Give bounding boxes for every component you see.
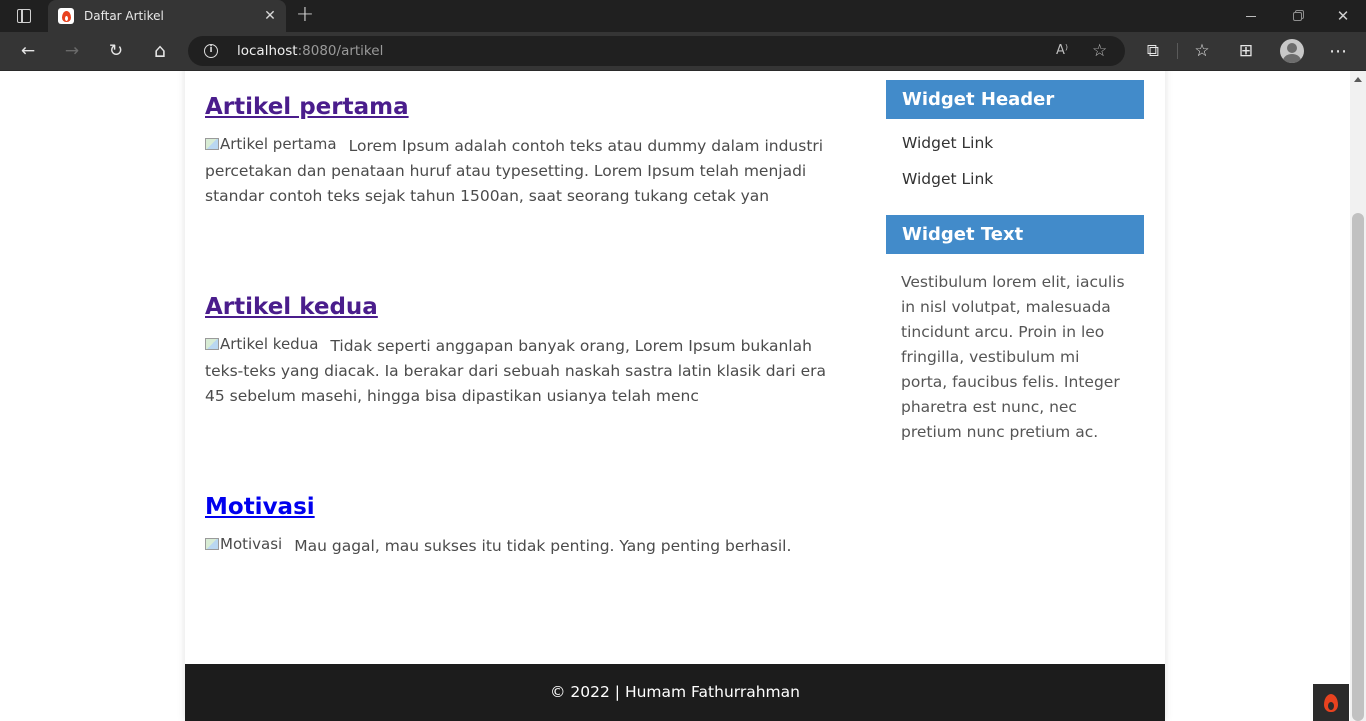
article-card: Motivasi Motivasi Mau gagal, mau sukses i… bbox=[205, 492, 845, 559]
minimize-button[interactable] bbox=[1228, 0, 1274, 32]
tab-close-icon[interactable]: ✕ bbox=[262, 8, 278, 24]
tab-title: Daftar Artikel bbox=[84, 9, 164, 23]
address-bar[interactable]: i localhost:8080/artikel A⁾ ☆ bbox=[188, 36, 1125, 66]
page-footer: © 2022 | Humam Fathurrahman bbox=[185, 664, 1165, 721]
browser-toolbar: ← → ↻ ⌂ i localhost:8080/artikel A⁾ ☆ ⧉ … bbox=[0, 32, 1366, 71]
widget-header-title: Widget Header bbox=[886, 80, 1144, 119]
article-title-link[interactable]: Artikel pertama bbox=[205, 94, 409, 120]
tab-daftar-artikel[interactable]: Daftar Artikel ✕ bbox=[48, 0, 286, 32]
profile-avatar[interactable] bbox=[1280, 39, 1304, 63]
article-card: Artikel pertama Artikel pertama Lorem Ips… bbox=[205, 92, 845, 209]
article-image: Motivasi bbox=[205, 534, 282, 554]
back-button[interactable]: ← bbox=[12, 36, 44, 66]
favorites-button[interactable]: ☆ bbox=[1186, 36, 1218, 66]
article-title: Motivasi bbox=[205, 492, 845, 522]
broken-image-icon bbox=[205, 338, 219, 350]
article-title: Artikel kedua bbox=[205, 292, 845, 322]
tab-actions-button[interactable] bbox=[0, 0, 48, 32]
toolbar-divider bbox=[1177, 43, 1178, 59]
article-title: Artikel pertama bbox=[205, 92, 845, 122]
restore-icon bbox=[1292, 11, 1302, 21]
site-info-icon[interactable]: i bbox=[204, 44, 218, 58]
extensions-button[interactable]: ⧉ bbox=[1137, 36, 1169, 66]
tab-actions-icon bbox=[17, 9, 31, 23]
add-favorite-icon[interactable]: ☆ bbox=[1092, 41, 1112, 61]
url-text[interactable]: localhost:8080/artikel bbox=[237, 36, 383, 66]
more-menu-button[interactable]: ⋯ bbox=[1322, 36, 1354, 66]
read-aloud-icon[interactable]: A⁾ bbox=[1056, 42, 1078, 60]
article-title-link[interactable]: Artikel kedua bbox=[205, 294, 378, 320]
article-body: Motivasi Mau gagal, mau sukses itu tidak … bbox=[205, 534, 845, 559]
codeigniter-favicon-icon bbox=[58, 8, 74, 24]
close-window-button[interactable]: ✕ bbox=[1320, 0, 1366, 32]
collections-button[interactable]: ⊞ bbox=[1230, 36, 1262, 66]
page-viewport: Artikel pertama Artikel pertama Lorem Ips… bbox=[0, 71, 1350, 721]
broken-image-icon bbox=[205, 538, 219, 550]
codeigniter-debug-toolbar-button[interactable] bbox=[1313, 684, 1349, 721]
minimize-icon bbox=[1246, 15, 1256, 17]
article-image: Artikel kedua bbox=[205, 334, 318, 354]
home-button[interactable]: ⌂ bbox=[144, 36, 176, 66]
new-tab-button[interactable]: + bbox=[292, 4, 318, 28]
restore-button[interactable] bbox=[1274, 0, 1320, 32]
page-container: Artikel pertama Artikel pertama Lorem Ips… bbox=[185, 71, 1165, 721]
widget-link-list: Widget Link Widget Link bbox=[886, 119, 1144, 207]
article-body: Artikel pertama Lorem Ipsum adalah contoh… bbox=[205, 134, 845, 209]
widget-text-title: Widget Text bbox=[886, 215, 1144, 254]
scrollbar-thumb[interactable] bbox=[1352, 213, 1364, 721]
widget-link[interactable]: Widget Link bbox=[886, 161, 1144, 197]
sidebar: Widget Header Widget Link Widget Link Wi… bbox=[886, 80, 1144, 445]
article-body: Artikel kedua Tidak seperti anggapan bany… bbox=[205, 334, 845, 409]
article-excerpt: Mau gagal, mau sukses itu tidak penting.… bbox=[294, 537, 792, 555]
widget-link[interactable]: Widget Link bbox=[886, 125, 1144, 161]
forward-button[interactable]: → bbox=[56, 36, 88, 66]
article-title-link[interactable]: Motivasi bbox=[205, 494, 315, 520]
codeigniter-flame-icon bbox=[1324, 693, 1338, 712]
widget-text-body: Vestibulum lorem elit, iaculis in nisl v… bbox=[901, 273, 1125, 441]
footer-copyright: © 2022 | Humam Fathurrahman bbox=[550, 683, 800, 701]
tab-strip: Daftar Artikel ✕ + ✕ bbox=[0, 0, 1366, 32]
widget-text-box: Widget Text Vestibulum lorem elit, iacul… bbox=[886, 215, 1144, 445]
broken-image-icon bbox=[205, 138, 219, 150]
article-image: Artikel pertama bbox=[205, 134, 337, 154]
reload-button[interactable]: ↻ bbox=[100, 36, 132, 66]
article-card: Artikel kedua Artikel kedua Tidak seperti… bbox=[205, 292, 845, 409]
scroll-up-arrow-icon[interactable] bbox=[1354, 77, 1362, 82]
vertical-scrollbar[interactable] bbox=[1350, 71, 1366, 721]
